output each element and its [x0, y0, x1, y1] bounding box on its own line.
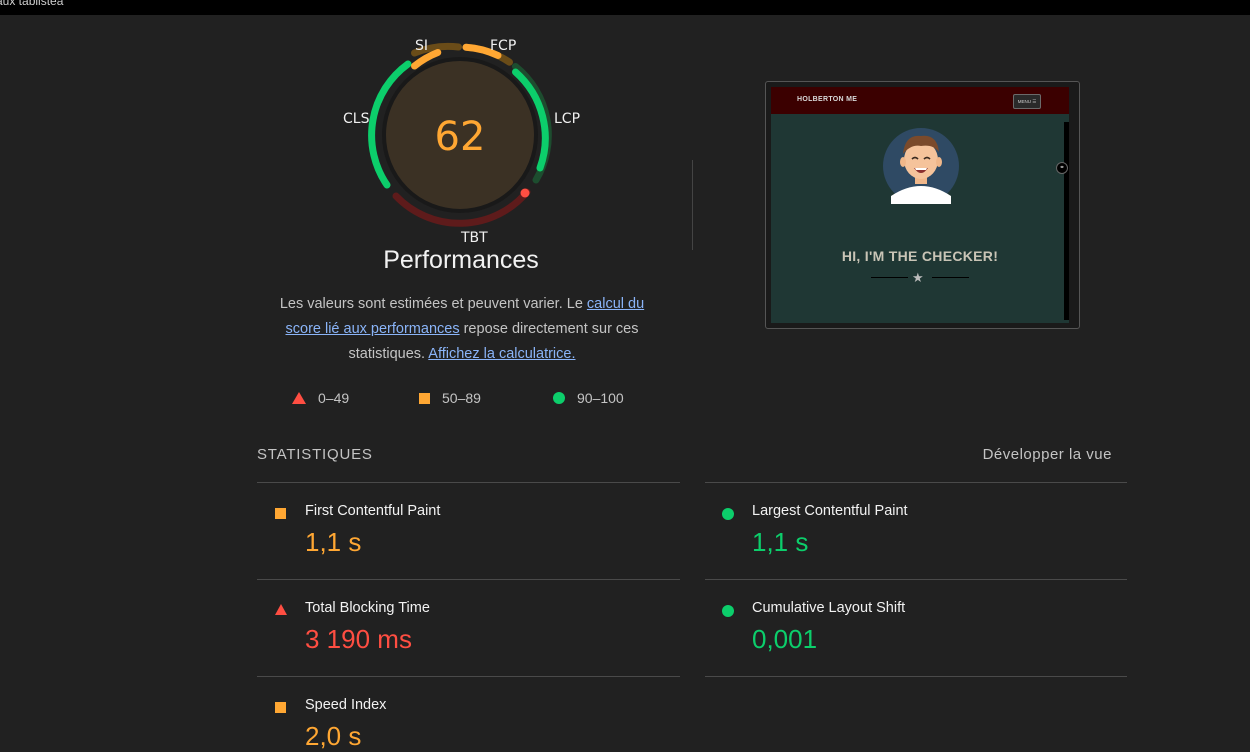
screenshot-divider-left: [871, 277, 908, 278]
metric-lcp[interactable]: Largest Contentful Paint 1,1 s: [704, 501, 1124, 591]
legend-range: 0–49: [318, 390, 350, 406]
screenshot-divider-right: [932, 277, 969, 278]
calculator-link[interactable]: Affichez la calculatrice.: [428, 346, 575, 362]
circle-icon: [722, 605, 734, 617]
divider: [692, 160, 693, 250]
legend-item-fail: 0–49: [292, 390, 349, 406]
triangle-icon: [275, 604, 287, 615]
metric-cls[interactable]: Cumulative Layout Shift 0,001: [704, 598, 1124, 688]
metric-tbt[interactable]: Total Blocking Time 3 190 ms: [257, 598, 677, 688]
expand-view-button[interactable]: Développer la vue: [920, 446, 1112, 463]
metric-name: Total Blocking Time: [305, 600, 430, 616]
metric-name: Cumulative Layout Shift: [752, 600, 906, 616]
description-text: Les valeurs sont estimées et peuvent var…: [279, 296, 587, 312]
window-title: aux tablistea: [0, 0, 64, 8]
circle-icon: [553, 392, 565, 404]
score-description: Les valeurs sont estimées et peuvent var…: [262, 292, 662, 367]
screenshot-navbar: HOLBERTON ME MENU ☰: [771, 87, 1069, 114]
avatar-illustration-icon: [883, 128, 959, 204]
metric-si[interactable]: Speed Index 2,0 s: [257, 695, 677, 752]
final-screenshot[interactable]: HOLBERTON ME MENU ☰ HI, I'M THE CHECKER!…: [765, 81, 1080, 329]
metric-value: 3 190 ms: [305, 624, 412, 654]
link-icon: ⚭: [1056, 162, 1068, 174]
metric-value: 2,0 s: [305, 721, 362, 751]
gauge-label-cls: CLS: [343, 111, 370, 127]
square-icon: [419, 392, 430, 404]
divider: [705, 482, 1127, 483]
triangle-icon: [292, 392, 306, 404]
metric-name: Largest Contentful Paint: [752, 503, 908, 519]
legend-range: 50–89: [442, 390, 481, 406]
screenshot-heading: HI, I'M THE CHECKER!: [841, 248, 999, 264]
legend-item-average: 50–89: [419, 390, 481, 406]
metric-value: 1,1 s: [752, 527, 809, 557]
metric-value: 1,1 s: [305, 527, 362, 557]
legend-range: 90–100: [577, 390, 624, 406]
score-legend: 0–49 50–89 90–100: [0, 390, 1250, 410]
divider: [257, 676, 680, 677]
legend-item-pass: 90–100: [553, 390, 624, 406]
performance-gauge: 62 SI FCP LCP CLS TBT: [330, 30, 590, 255]
window-title-bar: aux tablistea: [0, 0, 1250, 15]
screenshot-brand: HOLBERTON ME: [797, 96, 858, 103]
divider: [257, 482, 680, 483]
circle-icon: [722, 508, 734, 520]
star-icon: ★: [912, 270, 924, 285]
divider: [705, 676, 1127, 677]
screenshot-scrollbar: [1064, 122, 1069, 320]
square-icon: [275, 508, 286, 519]
square-icon: [275, 702, 286, 713]
divider: [705, 579, 1127, 580]
statistics-heading: STATISTIQUES: [257, 446, 373, 463]
gauge-label-tbt: TBT: [461, 230, 488, 246]
metric-name: Speed Index: [305, 697, 387, 713]
divider: [257, 579, 680, 580]
gauge-label-lcp: LCP: [554, 111, 581, 127]
metric-fcp[interactable]: First Contentful Paint 1,1 s: [257, 501, 677, 591]
gauge-title: Performances: [383, 246, 539, 274]
gauge-label-si: SI: [415, 38, 429, 54]
metric-name: First Contentful Paint: [305, 503, 441, 519]
screenshot-menu-button: MENU ☰: [1013, 94, 1041, 109]
screenshot-page: HOLBERTON ME MENU ☰ HI, I'M THE CHECKER!…: [771, 87, 1069, 323]
metric-value: 0,001: [752, 624, 818, 654]
gauge-label-fcp: FCP: [490, 38, 517, 54]
